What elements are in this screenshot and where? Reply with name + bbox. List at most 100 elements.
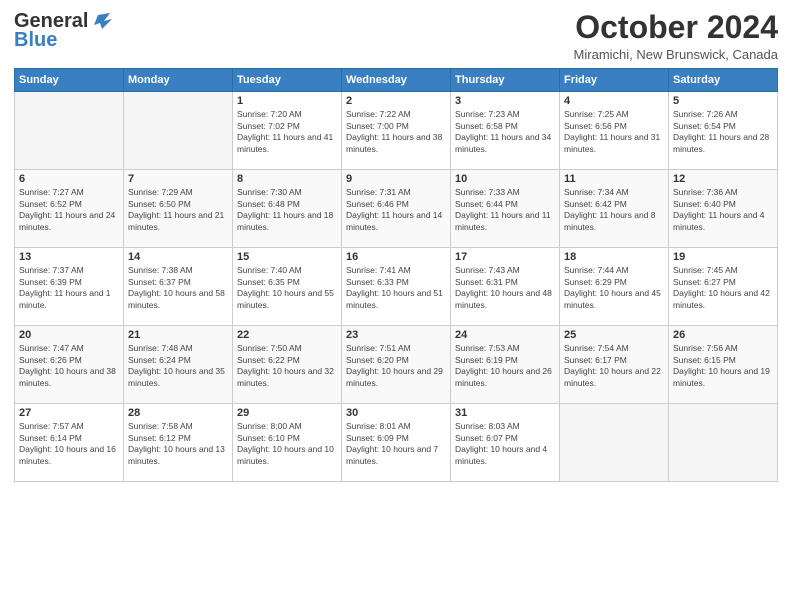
day-number: 28 (128, 407, 228, 419)
calendar-cell: 24 Sunrise: 7:53 AMSunset: 6:19 PMDayligh… (451, 326, 560, 404)
day-info: Sunrise: 7:40 AMSunset: 6:35 PMDaylight:… (237, 265, 337, 311)
calendar-cell: 26Sunrise: 7:56 AMSunset: 6:15 PMDayligh… (669, 326, 778, 404)
day-info: Sunrise: 8:01 AMSunset: 6:09 PMDaylight:… (346, 421, 446, 467)
day-info: Sunrise: 7:23 AMSunset: 6:58 PMDaylight:… (455, 109, 555, 155)
calendar-cell: 12 Sunrise: 7:36 AMSunset: 6:40 PMDayligh… (669, 170, 778, 248)
logo-bird-icon (90, 11, 112, 33)
logo: General Blue (14, 10, 112, 52)
day-info: Sunrise: 7:33 AMSunset: 6:44 PMDaylight:… (455, 187, 555, 233)
weekday-header: Thursday (451, 69, 560, 92)
weekday-header: Sunday (15, 69, 124, 92)
day-info: Sunrise: 7:53 AMSunset: 6:19 PMDaylight:… (455, 343, 555, 389)
calendar-cell: 11 Sunrise: 7:34 AMSunset: 6:42 PMDayligh… (560, 170, 669, 248)
calendar-cell: 23 Sunrise: 7:51 AMSunset: 6:20 PMDayligh… (342, 326, 451, 404)
calendar-cell: 22Sunrise: 7:50 AMSunset: 6:22 PMDayligh… (233, 326, 342, 404)
calendar-cell: 15 Sunrise: 7:40 AMSunset: 6:35 PMDayligh… (233, 248, 342, 326)
day-number: 3 (455, 95, 555, 107)
day-number: 10 (455, 173, 555, 185)
day-info: Sunrise: 7:25 AMSunset: 6:56 PMDaylight:… (564, 109, 664, 155)
header: General Blue October 2024 Miramichi, New… (14, 10, 778, 62)
calendar-cell: 25Sunrise: 7:54 AMSunset: 6:17 PMDayligh… (560, 326, 669, 404)
day-number: 25 (564, 329, 664, 341)
day-number: 19 (673, 251, 773, 263)
calendar-cell: 1Sunrise: 7:20 AMSunset: 7:02 PMDaylight… (233, 92, 342, 170)
day-info: Sunrise: 8:03 AMSunset: 6:07 PMDaylight:… (455, 421, 555, 467)
calendar-container: General Blue October 2024 Miramichi, New… (0, 0, 792, 492)
day-number: 13 (19, 251, 119, 263)
calendar-cell: 3 Sunrise: 7:23 AMSunset: 6:58 PMDaylight… (451, 92, 560, 170)
calendar-cell: 5 Sunrise: 7:26 AMSunset: 6:54 PMDaylight… (669, 92, 778, 170)
title-block: October 2024 Miramichi, New Brunswick, C… (574, 10, 778, 62)
day-info: Sunrise: 7:50 AMSunset: 6:22 PMDaylight:… (237, 343, 337, 389)
day-info: Sunrise: 7:26 AMSunset: 6:54 PMDaylight:… (673, 109, 773, 155)
weekday-header: Tuesday (233, 69, 342, 92)
day-info: Sunrise: 7:38 AMSunset: 6:37 PMDaylight:… (128, 265, 228, 311)
weekday-header: Monday (124, 69, 233, 92)
day-number: 6 (19, 173, 119, 185)
day-number: 9 (346, 173, 446, 185)
day-number: 26 (673, 329, 773, 341)
day-number: 20 (19, 329, 119, 341)
day-info: Sunrise: 7:22 AMSunset: 7:00 PMDaylight:… (346, 109, 446, 155)
calendar-cell: 19 Sunrise: 7:45 AMSunset: 6:27 PMDayligh… (669, 248, 778, 326)
logo-blue: Blue (14, 29, 57, 52)
month-title: October 2024 (574, 10, 778, 45)
location: Miramichi, New Brunswick, Canada (574, 47, 778, 62)
calendar-cell: 6Sunrise: 7:27 AMSunset: 6:52 PMDaylight… (15, 170, 124, 248)
day-number: 5 (673, 95, 773, 107)
day-info: Sunrise: 7:41 AMSunset: 6:33 PMDaylight:… (346, 265, 446, 311)
day-info: Sunrise: 7:36 AMSunset: 6:40 PMDaylight:… (673, 187, 773, 233)
day-number: 24 (455, 329, 555, 341)
day-info: Sunrise: 7:48 AMSunset: 6:24 PMDaylight:… (128, 343, 228, 389)
calendar-cell (124, 92, 233, 170)
day-info: Sunrise: 7:43 AMSunset: 6:31 PMDaylight:… (455, 265, 555, 311)
day-number: 23 (346, 329, 446, 341)
day-info: Sunrise: 7:47 AMSunset: 6:26 PMDaylight:… (19, 343, 119, 389)
calendar-cell: 8 Sunrise: 7:30 AMSunset: 6:48 PMDaylight… (233, 170, 342, 248)
day-info: Sunrise: 7:37 AMSunset: 6:39 PMDaylight:… (19, 265, 119, 311)
calendar-cell: 29 Sunrise: 8:00 AMSunset: 6:10 PMDayligh… (233, 404, 342, 482)
calendar-cell: 4 Sunrise: 7:25 AMSunset: 6:56 PMDaylight… (560, 92, 669, 170)
day-info: Sunrise: 7:45 AMSunset: 6:27 PMDaylight:… (673, 265, 773, 311)
calendar-cell: 28 Sunrise: 7:58 AMSunset: 6:12 PMDayligh… (124, 404, 233, 482)
calendar-header: SundayMondayTuesdayWednesdayThursdayFrid… (15, 69, 778, 92)
day-info: Sunrise: 7:44 AMSunset: 6:29 PMDaylight:… (564, 265, 664, 311)
calendar-cell: 30Sunrise: 8:01 AMSunset: 6:09 PMDayligh… (342, 404, 451, 482)
day-number: 27 (19, 407, 119, 419)
day-info: Sunrise: 7:31 AMSunset: 6:46 PMDaylight:… (346, 187, 446, 233)
calendar-cell: 10 Sunrise: 7:33 AMSunset: 6:44 PMDayligh… (451, 170, 560, 248)
calendar-cell: 7 Sunrise: 7:29 AMSunset: 6:50 PMDaylight… (124, 170, 233, 248)
day-info: Sunrise: 7:34 AMSunset: 6:42 PMDaylight:… (564, 187, 664, 233)
calendar-cell: 27 Sunrise: 7:57 AMSunset: 6:14 PMDayligh… (15, 404, 124, 482)
day-info: Sunrise: 7:30 AMSunset: 6:48 PMDaylight:… (237, 187, 337, 233)
day-number: 29 (237, 407, 337, 419)
day-info: Sunrise: 7:58 AMSunset: 6:12 PMDaylight:… (128, 421, 228, 467)
calendar-cell: 31 Sunrise: 8:03 AMSunset: 6:07 PMDayligh… (451, 404, 560, 482)
day-number: 17 (455, 251, 555, 263)
calendar-cell: 9 Sunrise: 7:31 AMSunset: 6:46 PMDaylight… (342, 170, 451, 248)
weekday-header: Wednesday (342, 69, 451, 92)
calendar-cell: 20 Sunrise: 7:47 AMSunset: 6:26 PMDayligh… (15, 326, 124, 404)
day-info: Sunrise: 7:51 AMSunset: 6:20 PMDaylight:… (346, 343, 446, 389)
calendar-cell: 17 Sunrise: 7:43 AMSunset: 6:31 PMDayligh… (451, 248, 560, 326)
calendar-cell: 16 Sunrise: 7:41 AMSunset: 6:33 PMDayligh… (342, 248, 451, 326)
day-number: 1 (237, 95, 337, 107)
day-info: Sunrise: 8:00 AMSunset: 6:10 PMDaylight:… (237, 421, 337, 467)
day-number: 16 (346, 251, 446, 263)
calendar-cell: 13 Sunrise: 7:37 AMSunset: 6:39 PMDayligh… (15, 248, 124, 326)
calendar-cell: 14 Sunrise: 7:38 AMSunset: 6:37 PMDayligh… (124, 248, 233, 326)
day-number: 15 (237, 251, 337, 263)
day-number: 7 (128, 173, 228, 185)
day-info: Sunrise: 7:57 AMSunset: 6:14 PMDaylight:… (19, 421, 119, 467)
calendar-cell: 21Sunrise: 7:48 AMSunset: 6:24 PMDayligh… (124, 326, 233, 404)
weekday-header: Saturday (669, 69, 778, 92)
day-number: 4 (564, 95, 664, 107)
day-number: 11 (564, 173, 664, 185)
day-number: 14 (128, 251, 228, 263)
day-number: 12 (673, 173, 773, 185)
day-number: 31 (455, 407, 555, 419)
calendar-cell (15, 92, 124, 170)
day-number: 18 (564, 251, 664, 263)
day-info: Sunrise: 7:29 AMSunset: 6:50 PMDaylight:… (128, 187, 228, 233)
day-number: 8 (237, 173, 337, 185)
